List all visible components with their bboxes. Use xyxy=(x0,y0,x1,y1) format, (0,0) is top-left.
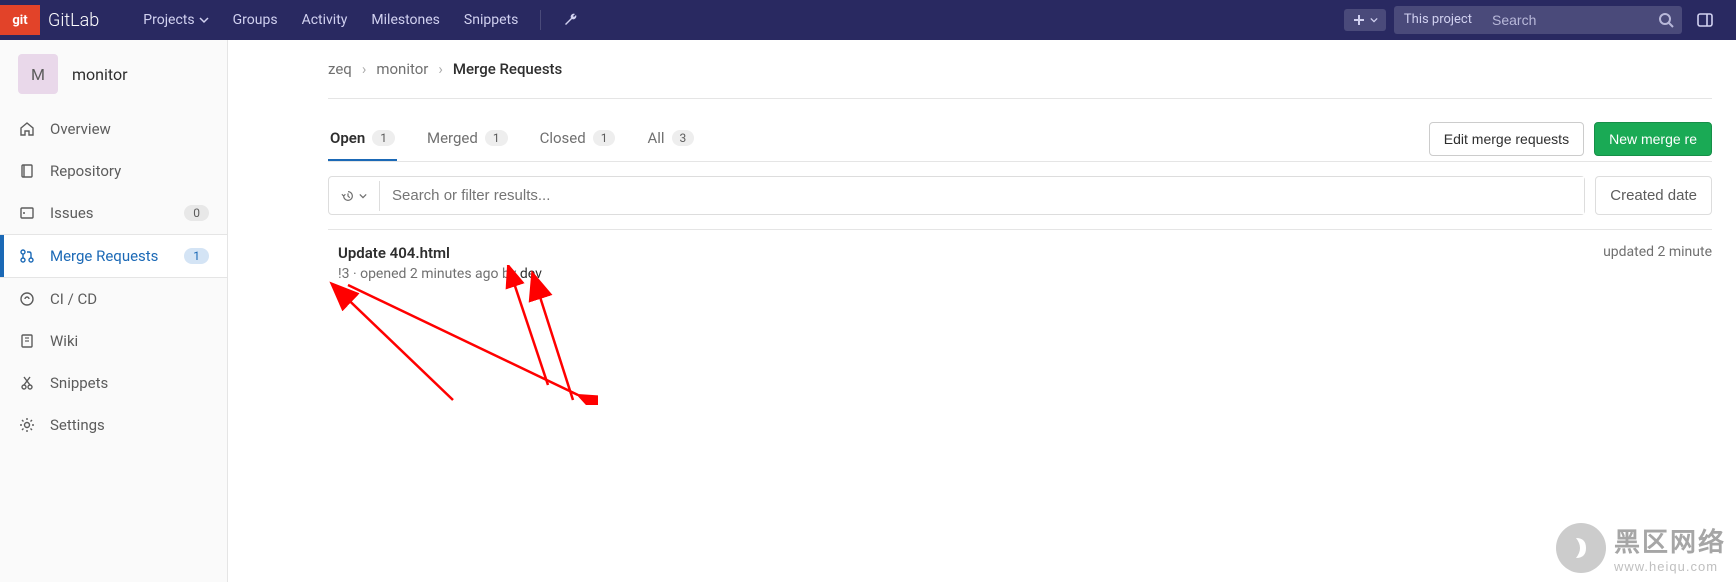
tab-label: Open xyxy=(330,129,365,147)
sidebar-item-label: Overview xyxy=(50,120,111,138)
project-header[interactable]: M monitor xyxy=(0,40,227,108)
new-merge-request-button[interactable]: New merge re xyxy=(1594,122,1712,156)
chevron-down-icon xyxy=(199,15,209,25)
tab-closed[interactable]: Closed 1 xyxy=(538,117,618,161)
tab-open[interactable]: Open 1 xyxy=(328,117,397,161)
sidebar-item-cicd[interactable]: CI / CD xyxy=(0,278,227,320)
tab-count: 1 xyxy=(593,130,616,146)
nav-milestones[interactable]: Milestones xyxy=(359,2,452,38)
sidebar-item-settings[interactable]: Settings xyxy=(0,404,227,446)
nav-snippets[interactable]: Snippets xyxy=(452,2,530,38)
gitlab-logo-icon: git xyxy=(0,5,40,35)
breadcrumb-separator: › xyxy=(362,60,367,78)
search-wrapper: This project xyxy=(1394,6,1682,34)
breadcrumb-root[interactable]: zeq xyxy=(328,60,352,78)
watermark-icon xyxy=(1556,523,1606,573)
sidebar-item-snippets[interactable]: Snippets xyxy=(0,362,227,404)
sidebar-item-label: Wiki xyxy=(50,332,78,350)
sidebar-item-repository[interactable]: Repository xyxy=(0,150,227,192)
watermark-title: 黑区网络 xyxy=(1614,522,1726,559)
tab-count: 3 xyxy=(672,130,695,146)
nav-projects-label: Projects xyxy=(143,12,194,28)
nav-projects[interactable]: Projects xyxy=(131,2,220,38)
breadcrumb: zeq › monitor › Merge Requests xyxy=(328,40,1712,98)
nav-groups[interactable]: Groups xyxy=(221,2,290,38)
tab-label: Merged xyxy=(427,129,478,147)
sidebar-item-issues[interactable]: Issues 0 xyxy=(0,192,227,234)
snippets-icon xyxy=(18,375,36,391)
mr-tabs: Open 1 Merged 1 Closed 1 All 3 xyxy=(328,117,696,161)
project-avatar: M xyxy=(18,54,58,94)
tab-label: Closed xyxy=(540,129,586,147)
project-sidebar: M monitor Overview Repository Issues 0 M… xyxy=(0,40,228,582)
wiki-icon xyxy=(18,333,36,349)
watermark: 黑区网络 www.heiqu.com xyxy=(1556,522,1726,574)
chevron-down-icon xyxy=(359,192,367,200)
sidebar-item-merge-requests[interactable]: Merge Requests 1 xyxy=(0,234,227,278)
merge-request-id: !3 xyxy=(338,266,349,282)
merge-requests-count-badge: 1 xyxy=(184,248,209,264)
tabs-row: Open 1 Merged 1 Closed 1 All 3 Edit merg… xyxy=(328,99,1712,161)
gear-icon xyxy=(18,417,36,433)
search-history-button[interactable] xyxy=(329,181,380,211)
sidebar-item-label: Issues xyxy=(50,204,94,222)
merge-request-list: Update 404.html !3 · opened 2 minutes ag… xyxy=(328,229,1712,296)
tab-merged[interactable]: Merged 1 xyxy=(425,117,510,161)
filter-box xyxy=(328,176,1585,215)
top-navbar: git GitLab Projects Groups Activity Mile… xyxy=(0,0,1736,40)
main-content: zeq › monitor › Merge Requests Open 1 Me… xyxy=(228,40,1736,582)
tab-label: All xyxy=(647,129,664,147)
watermark-url: www.heiqu.com xyxy=(1614,559,1726,574)
chevron-down-icon xyxy=(1370,16,1378,24)
sidebar-item-label: Settings xyxy=(50,416,105,434)
issues-count-badge: 0 xyxy=(184,205,209,221)
breadcrumb-project[interactable]: monitor xyxy=(376,60,428,78)
merge-request-icon xyxy=(18,248,36,264)
merge-request-opened-text: · opened 2 minutes ago by xyxy=(349,266,519,282)
plus-icon xyxy=(1352,13,1366,27)
search-scope[interactable]: This project xyxy=(1394,6,1482,34)
tabs-actions: Edit merge requests New merge re xyxy=(1429,122,1712,156)
brand-logo[interactable]: git GitLab xyxy=(0,5,115,35)
brand-name: GitLab xyxy=(48,10,99,31)
repository-icon xyxy=(18,163,36,179)
nav-activity[interactable]: Activity xyxy=(290,2,360,38)
admin-wrench-icon[interactable] xyxy=(551,2,591,38)
merge-request-author[interactable]: dev xyxy=(520,266,542,282)
sidebar-item-label: Snippets xyxy=(50,374,108,392)
sidebar-item-overview[interactable]: Overview xyxy=(0,108,227,150)
issues-icon xyxy=(18,205,36,221)
search-input[interactable] xyxy=(1482,6,1682,34)
merge-request-meta: !3 · opened 2 minutes ago by dev xyxy=(338,266,542,282)
filter-row: Created date xyxy=(328,161,1712,229)
filter-input[interactable] xyxy=(380,177,1584,214)
header-divider xyxy=(540,10,541,30)
sidebar-item-label: Merge Requests xyxy=(50,247,158,265)
search-icon[interactable] xyxy=(1658,12,1674,28)
tab-count: 1 xyxy=(372,130,395,146)
merge-request-item: Update 404.html !3 · opened 2 minutes ag… xyxy=(328,230,1712,296)
merge-request-updated: updated 2 minute xyxy=(1603,244,1712,260)
sidebar-toggle-icon[interactable] xyxy=(1690,11,1720,29)
merge-request-title[interactable]: Update 404.html xyxy=(338,244,542,262)
breadcrumb-separator: › xyxy=(438,60,443,78)
new-dropdown-button[interactable] xyxy=(1344,9,1386,31)
header-nav: Projects Groups Activity Milestones Snip… xyxy=(131,2,591,38)
breadcrumb-current: Merge Requests xyxy=(453,60,562,78)
sort-dropdown[interactable]: Created date xyxy=(1595,176,1712,215)
header-right: This project xyxy=(1344,6,1720,34)
tab-count: 1 xyxy=(485,130,508,146)
sidebar-item-label: Repository xyxy=(50,162,121,180)
sidebar-item-label: CI / CD xyxy=(50,290,97,308)
edit-merge-requests-button[interactable]: Edit merge requests xyxy=(1429,122,1584,156)
sidebar-item-wiki[interactable]: Wiki xyxy=(0,320,227,362)
history-icon xyxy=(341,189,355,203)
project-name: monitor xyxy=(72,65,128,84)
cicd-icon xyxy=(18,291,36,307)
home-icon xyxy=(18,121,36,137)
tab-all[interactable]: All 3 xyxy=(645,117,696,161)
